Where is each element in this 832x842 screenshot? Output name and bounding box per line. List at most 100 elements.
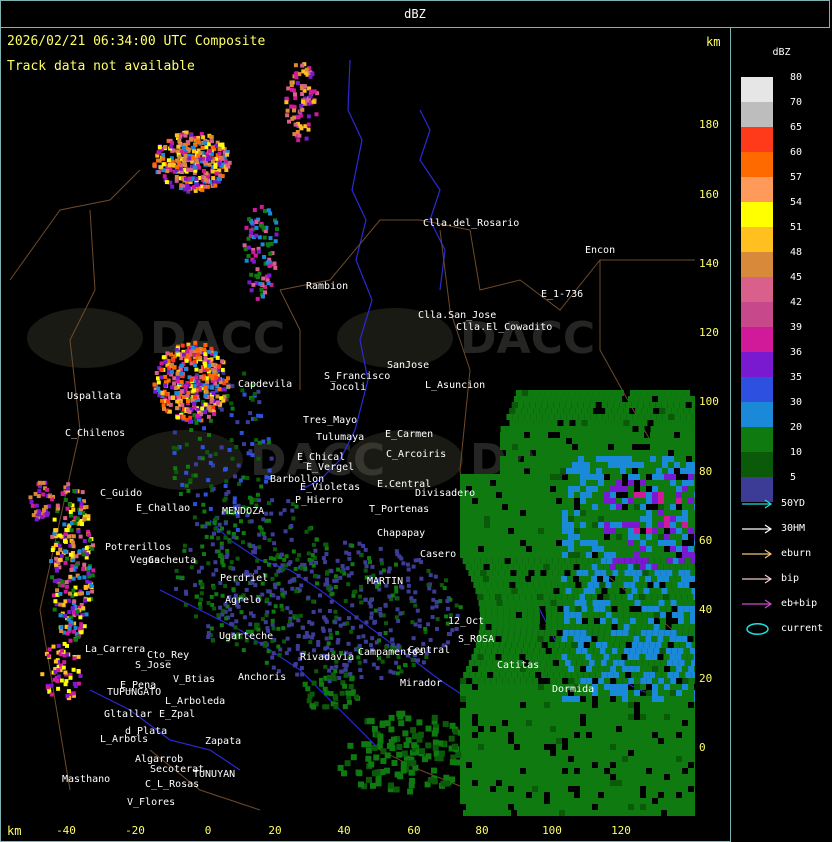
radar-echo bbox=[285, 636, 290, 641]
radar-echo bbox=[206, 631, 211, 635]
radar-echo bbox=[181, 352, 186, 357]
radar-echo bbox=[549, 594, 556, 600]
radar-echo bbox=[650, 462, 656, 468]
radar-echo bbox=[496, 678, 503, 684]
radar-echo bbox=[610, 540, 616, 546]
radar-map[interactable]: DACCDACCDACCDACCClla.del_RosarioEnconE_1… bbox=[0, 50, 695, 816]
radar-echo bbox=[157, 145, 162, 150]
radar-echo bbox=[574, 540, 580, 546]
radar-echo bbox=[484, 684, 490, 690]
radar-echo bbox=[589, 642, 596, 648]
radar-echo bbox=[203, 343, 208, 347]
radar-echo bbox=[371, 725, 378, 732]
radar-echo bbox=[514, 522, 520, 528]
radar-echo bbox=[676, 750, 682, 756]
radar-echo bbox=[537, 564, 544, 570]
radar-echo bbox=[396, 744, 403, 750]
radar-echo bbox=[601, 402, 608, 408]
radar-echo bbox=[179, 371, 184, 376]
radar-echo bbox=[484, 474, 490, 480]
radar-echo bbox=[598, 780, 604, 786]
radar-echo bbox=[396, 665, 401, 670]
radar-echo bbox=[562, 666, 569, 672]
radar-echo bbox=[639, 396, 646, 402]
radar-echo bbox=[658, 744, 664, 750]
radar-echo bbox=[615, 594, 622, 600]
radar-echo bbox=[506, 438, 512, 444]
radar-echo bbox=[180, 363, 184, 368]
radar-echo bbox=[694, 726, 695, 732]
radar-echo bbox=[659, 390, 666, 396]
radar-echo bbox=[198, 601, 202, 606]
radar-echo bbox=[479, 606, 486, 612]
track-label: 30HM bbox=[781, 523, 806, 534]
radar-echo bbox=[574, 750, 580, 756]
radar-echo bbox=[641, 420, 648, 426]
radar-echo bbox=[192, 515, 197, 520]
radar-echo bbox=[574, 528, 580, 534]
radar-echo bbox=[598, 678, 605, 684]
radar-echo bbox=[586, 804, 593, 810]
radar-echo bbox=[574, 474, 580, 480]
place-label: E_Carmen bbox=[385, 429, 433, 440]
radar-echo bbox=[550, 546, 556, 552]
radar-echo bbox=[610, 786, 616, 792]
radar-echo bbox=[604, 498, 610, 504]
radar-echo bbox=[578, 426, 585, 432]
radar-echo bbox=[508, 504, 514, 510]
radar-echo bbox=[545, 582, 552, 588]
radar-echo bbox=[514, 690, 520, 696]
radar-echo bbox=[484, 510, 490, 516]
radar-echo bbox=[541, 402, 548, 408]
radar-echo bbox=[514, 708, 520, 714]
radar-echo bbox=[586, 798, 592, 804]
radar-echo bbox=[557, 390, 564, 396]
radar-echo bbox=[490, 516, 496, 522]
radar-echo bbox=[527, 648, 534, 654]
radar-echo bbox=[688, 750, 694, 756]
radar-echo bbox=[652, 720, 658, 726]
radar-echo bbox=[490, 690, 496, 696]
radar-echo bbox=[490, 720, 496, 726]
radar-echo bbox=[592, 510, 598, 516]
radar-echo bbox=[532, 600, 539, 606]
radar-echo bbox=[502, 708, 508, 714]
radar-echo bbox=[419, 748, 425, 755]
radar-echo bbox=[276, 595, 281, 600]
radar-echo bbox=[627, 654, 634, 660]
radar-echo bbox=[567, 576, 574, 582]
radar-echo bbox=[568, 744, 574, 750]
radar-echo bbox=[650, 438, 656, 444]
radar-echo bbox=[694, 522, 695, 528]
radar-echo bbox=[670, 546, 676, 552]
radar-echo bbox=[255, 267, 260, 272]
radar-echo bbox=[638, 450, 644, 456]
radar-echo bbox=[68, 638, 73, 643]
radar-echo bbox=[647, 606, 654, 612]
radar-echo bbox=[499, 588, 506, 594]
radar-echo bbox=[198, 151, 203, 156]
radar-echo bbox=[497, 612, 504, 618]
radar-echo bbox=[586, 786, 592, 792]
radar-echo bbox=[157, 158, 162, 163]
radar-echo bbox=[484, 492, 490, 498]
radar-echo bbox=[573, 594, 580, 600]
radar-echo bbox=[51, 644, 56, 649]
radar-echo bbox=[172, 476, 177, 480]
radar-echo bbox=[220, 608, 225, 613]
radar-echo bbox=[203, 394, 208, 399]
radar-echo bbox=[670, 522, 676, 528]
radar-echo bbox=[262, 255, 267, 259]
radar-echo bbox=[489, 654, 496, 660]
radar-echo bbox=[460, 480, 466, 486]
radar-echo bbox=[384, 621, 388, 626]
radar-echo bbox=[69, 568, 74, 572]
radar-echo bbox=[670, 798, 676, 804]
radar-echo bbox=[417, 731, 424, 738]
radar-echo bbox=[670, 738, 676, 744]
radar-echo bbox=[577, 402, 584, 408]
radar-echo bbox=[496, 552, 502, 558]
radar-echo bbox=[588, 558, 595, 564]
radar-echo bbox=[466, 540, 472, 546]
radar-echo bbox=[640, 798, 646, 804]
